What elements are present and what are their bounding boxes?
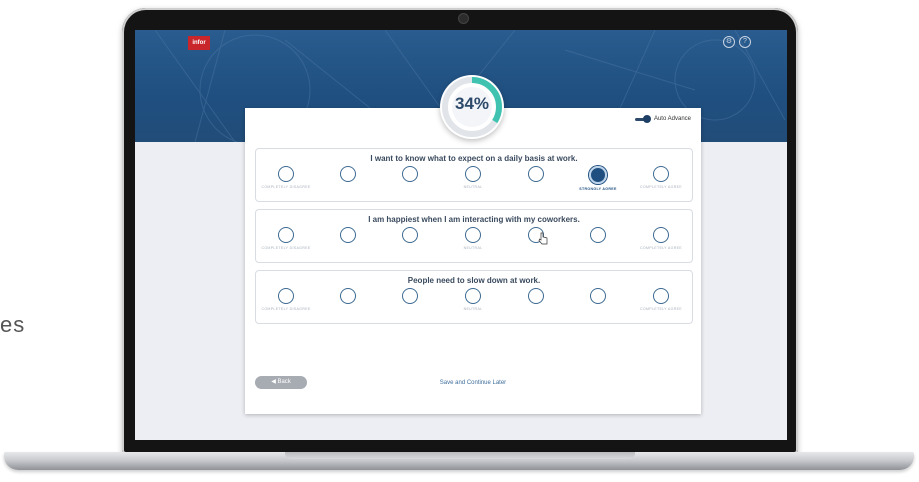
answer-option-7[interactable]: COMPLETELY AGREE: [631, 166, 691, 189]
hand-cursor-icon: [538, 232, 548, 245]
radio-button[interactable]: [653, 227, 669, 243]
radio-button[interactable]: [465, 227, 481, 243]
radio-button[interactable]: [589, 166, 607, 184]
scale-label: NEUTRAL: [463, 246, 483, 250]
answer-scale: COMPLETELY DISAGREE NEUTRAL COMPLETELY AGR…: [256, 288, 692, 320]
scale-label: COMPLETELY DISAGREE: [261, 307, 311, 311]
answer-option-4[interactable]: NEUTRAL: [443, 288, 503, 311]
answer-scale: COMPLETELY DISAGREE NEUTRAL STRONGLY AGREE…: [256, 166, 692, 198]
answer-option-3[interactable]: [380, 227, 440, 243]
answer-option-5[interactable]: [506, 166, 566, 182]
answer-option-6[interactable]: [568, 288, 628, 304]
answer-option-2[interactable]: [318, 227, 378, 243]
radio-button[interactable]: [653, 288, 669, 304]
radio-button[interactable]: [278, 166, 294, 182]
radio-button[interactable]: [402, 166, 418, 182]
infor-logo[interactable]: infor: [188, 36, 210, 50]
answer-option-1[interactable]: COMPLETELY DISAGREE: [256, 166, 316, 189]
answer-option-5[interactable]: [506, 227, 566, 243]
question-block-3: People need to slow down at work. COMPLE…: [255, 270, 693, 324]
answer-option-3[interactable]: [380, 166, 440, 182]
scale-label: STRONGLY AGREE: [579, 187, 617, 191]
laptop-notch: [285, 452, 635, 459]
radio-button[interactable]: [340, 227, 356, 243]
question-block-1: I want to know what to expect on a daily…: [255, 148, 693, 202]
progress-ring: 34%: [440, 75, 504, 139]
radio-button[interactable]: [402, 227, 418, 243]
answer-option-4[interactable]: NEUTRAL: [443, 227, 503, 250]
header-icons: ⚙ ?: [723, 36, 751, 48]
radio-button[interactable]: [465, 166, 481, 182]
scale-label: COMPLETELY AGREE: [639, 307, 682, 311]
answer-option-2[interactable]: [318, 166, 378, 182]
question-text: I am happiest when I am interacting with…: [368, 215, 580, 224]
answer-option-1[interactable]: COMPLETELY DISAGREE: [256, 288, 316, 311]
radio-button[interactable]: [402, 288, 418, 304]
question-block-2: I am happiest when I am interacting with…: [255, 209, 693, 263]
radio-button[interactable]: [590, 227, 606, 243]
survey-card: Auto Advance I want to know what to expe…: [245, 108, 701, 414]
scale-label: COMPLETELY DISAGREE: [261, 185, 311, 189]
radio-button[interactable]: [465, 288, 481, 304]
answer-option-4[interactable]: NEUTRAL: [443, 166, 503, 189]
radio-button[interactable]: [340, 288, 356, 304]
question-text: People need to slow down at work.: [407, 276, 541, 285]
camera-icon: [459, 14, 468, 23]
answer-option-3[interactable]: [380, 288, 440, 304]
answer-option-6[interactable]: [568, 227, 628, 243]
radio-button[interactable]: [653, 166, 669, 182]
scale-label: COMPLETELY AGREE: [639, 246, 682, 250]
question-text: I want to know what to expect on a daily…: [370, 154, 578, 163]
scale-label: COMPLETELY AGREE: [639, 185, 682, 189]
answer-option-6[interactable]: STRONGLY AGREE: [568, 166, 628, 191]
laptop-screen: infor ⚙ ? Auto Advance I want to know wh…: [135, 30, 787, 440]
radio-button[interactable]: [590, 288, 606, 304]
answer-option-7[interactable]: COMPLETELY AGREE: [631, 227, 691, 250]
answer-option-2[interactable]: [318, 288, 378, 304]
save-continue-later-link[interactable]: Save and Continue Later: [245, 380, 701, 386]
help-icon[interactable]: ?: [739, 36, 751, 48]
progress-percent: 34%: [454, 94, 490, 113]
radio-button[interactable]: [278, 227, 294, 243]
radio-button[interactable]: [340, 166, 356, 182]
auto-advance-label: Auto Advance: [653, 116, 691, 122]
toggle-knob: [642, 115, 651, 123]
settings-icon[interactable]: ⚙: [723, 36, 735, 48]
answer-option-5[interactable]: [506, 288, 566, 304]
toggle-switch[interactable]: [634, 115, 651, 123]
answer-option-7[interactable]: COMPLETELY AGREE: [631, 288, 691, 311]
scale-label: NEUTRAL: [463, 185, 483, 189]
auto-advance-toggle[interactable]: Auto Advance: [634, 115, 691, 123]
answer-scale: COMPLETELY DISAGREE NEUTRAL COMPLETELY AGR…: [256, 227, 692, 259]
radio-button[interactable]: [278, 288, 294, 304]
radio-button[interactable]: [528, 288, 544, 304]
radio-button[interactable]: [528, 166, 544, 182]
scale-label: NEUTRAL: [463, 307, 483, 311]
scale-label: COMPLETELY DISAGREE: [261, 246, 311, 250]
answer-option-1[interactable]: COMPLETELY DISAGREE: [256, 227, 316, 250]
side-caption-text: es: [0, 312, 26, 337]
